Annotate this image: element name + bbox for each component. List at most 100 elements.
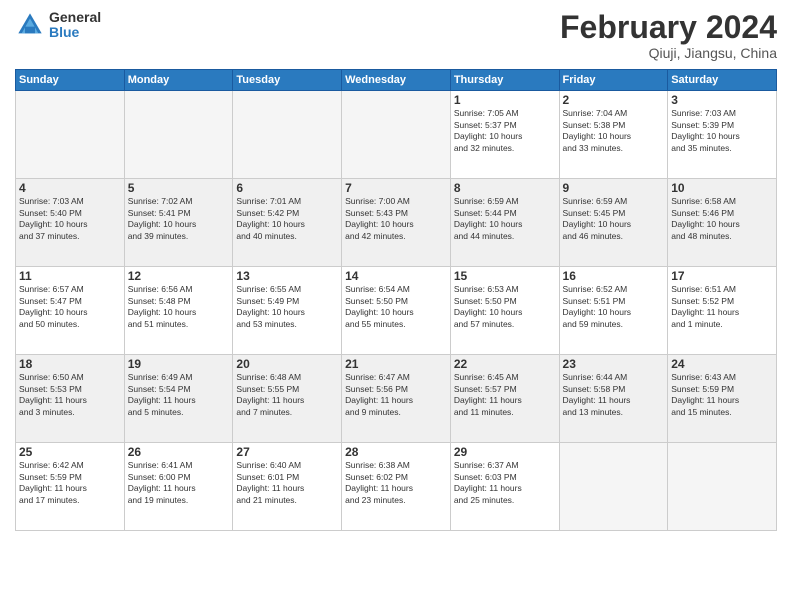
day-number: 29 (454, 445, 556, 459)
calendar-week-row: 4Sunrise: 7:03 AM Sunset: 5:40 PM Daylig… (16, 179, 777, 267)
calendar-header-wednesday: Wednesday (342, 70, 451, 91)
day-info: Sunrise: 7:05 AM Sunset: 5:37 PM Dayligh… (454, 108, 556, 154)
day-number: 18 (19, 357, 121, 371)
calendar-week-row: 1Sunrise: 7:05 AM Sunset: 5:37 PM Daylig… (16, 91, 777, 179)
day-number: 14 (345, 269, 447, 283)
calendar-header-friday: Friday (559, 70, 668, 91)
calendar-cell: 18Sunrise: 6:50 AM Sunset: 5:53 PM Dayli… (16, 355, 125, 443)
day-info: Sunrise: 6:41 AM Sunset: 6:00 PM Dayligh… (128, 460, 230, 506)
day-info: Sunrise: 6:45 AM Sunset: 5:57 PM Dayligh… (454, 372, 556, 418)
day-info: Sunrise: 6:47 AM Sunset: 5:56 PM Dayligh… (345, 372, 447, 418)
day-number: 15 (454, 269, 556, 283)
day-number: 5 (128, 181, 230, 195)
calendar-header-row: SundayMondayTuesdayWednesdayThursdayFrid… (16, 70, 777, 91)
calendar-cell: 6Sunrise: 7:01 AM Sunset: 5:42 PM Daylig… (233, 179, 342, 267)
day-info: Sunrise: 7:00 AM Sunset: 5:43 PM Dayligh… (345, 196, 447, 242)
day-number: 23 (563, 357, 665, 371)
day-number: 4 (19, 181, 121, 195)
day-info: Sunrise: 6:48 AM Sunset: 5:55 PM Dayligh… (236, 372, 338, 418)
calendar-cell: 28Sunrise: 6:38 AM Sunset: 6:02 PM Dayli… (342, 443, 451, 531)
calendar-week-row: 11Sunrise: 6:57 AM Sunset: 5:47 PM Dayli… (16, 267, 777, 355)
day-number: 9 (563, 181, 665, 195)
day-number: 22 (454, 357, 556, 371)
calendar-cell: 12Sunrise: 6:56 AM Sunset: 5:48 PM Dayli… (124, 267, 233, 355)
calendar-cell (668, 443, 777, 531)
day-number: 3 (671, 93, 773, 107)
calendar-cell: 9Sunrise: 6:59 AM Sunset: 5:45 PM Daylig… (559, 179, 668, 267)
calendar-header-sunday: Sunday (16, 70, 125, 91)
logo-text: General Blue (49, 10, 101, 41)
day-number: 11 (19, 269, 121, 283)
day-info: Sunrise: 6:58 AM Sunset: 5:46 PM Dayligh… (671, 196, 773, 242)
day-info: Sunrise: 6:54 AM Sunset: 5:50 PM Dayligh… (345, 284, 447, 330)
calendar-cell (342, 91, 451, 179)
calendar-cell (124, 91, 233, 179)
day-info: Sunrise: 6:40 AM Sunset: 6:01 PM Dayligh… (236, 460, 338, 506)
day-info: Sunrise: 6:42 AM Sunset: 5:59 PM Dayligh… (19, 460, 121, 506)
calendar-header-monday: Monday (124, 70, 233, 91)
calendar-cell: 3Sunrise: 7:03 AM Sunset: 5:39 PM Daylig… (668, 91, 777, 179)
calendar-cell: 23Sunrise: 6:44 AM Sunset: 5:58 PM Dayli… (559, 355, 668, 443)
day-number: 13 (236, 269, 338, 283)
calendar-cell (559, 443, 668, 531)
calendar-cell: 25Sunrise: 6:42 AM Sunset: 5:59 PM Dayli… (16, 443, 125, 531)
day-info: Sunrise: 6:51 AM Sunset: 5:52 PM Dayligh… (671, 284, 773, 330)
calendar-cell: 27Sunrise: 6:40 AM Sunset: 6:01 PM Dayli… (233, 443, 342, 531)
day-number: 20 (236, 357, 338, 371)
day-info: Sunrise: 6:43 AM Sunset: 5:59 PM Dayligh… (671, 372, 773, 418)
day-number: 28 (345, 445, 447, 459)
calendar: SundayMondayTuesdayWednesdayThursdayFrid… (15, 69, 777, 531)
day-number: 21 (345, 357, 447, 371)
header: General Blue February 2024 Qiuji, Jiangs… (15, 10, 777, 61)
day-number: 2 (563, 93, 665, 107)
calendar-cell: 5Sunrise: 7:02 AM Sunset: 5:41 PM Daylig… (124, 179, 233, 267)
day-number: 7 (345, 181, 447, 195)
day-number: 19 (128, 357, 230, 371)
calendar-cell: 19Sunrise: 6:49 AM Sunset: 5:54 PM Dayli… (124, 355, 233, 443)
day-info: Sunrise: 6:37 AM Sunset: 6:03 PM Dayligh… (454, 460, 556, 506)
day-info: Sunrise: 6:56 AM Sunset: 5:48 PM Dayligh… (128, 284, 230, 330)
calendar-cell: 24Sunrise: 6:43 AM Sunset: 5:59 PM Dayli… (668, 355, 777, 443)
calendar-cell: 26Sunrise: 6:41 AM Sunset: 6:00 PM Dayli… (124, 443, 233, 531)
day-info: Sunrise: 6:55 AM Sunset: 5:49 PM Dayligh… (236, 284, 338, 330)
calendar-cell: 14Sunrise: 6:54 AM Sunset: 5:50 PM Dayli… (342, 267, 451, 355)
calendar-cell: 11Sunrise: 6:57 AM Sunset: 5:47 PM Dayli… (16, 267, 125, 355)
calendar-header-saturday: Saturday (668, 70, 777, 91)
month-title: February 2024 (560, 10, 777, 45)
day-info: Sunrise: 6:38 AM Sunset: 6:02 PM Dayligh… (345, 460, 447, 506)
calendar-cell: 1Sunrise: 7:05 AM Sunset: 5:37 PM Daylig… (450, 91, 559, 179)
day-number: 16 (563, 269, 665, 283)
calendar-header-thursday: Thursday (450, 70, 559, 91)
calendar-header-tuesday: Tuesday (233, 70, 342, 91)
day-info: Sunrise: 7:01 AM Sunset: 5:42 PM Dayligh… (236, 196, 338, 242)
day-number: 25 (19, 445, 121, 459)
calendar-cell: 15Sunrise: 6:53 AM Sunset: 5:50 PM Dayli… (450, 267, 559, 355)
logo-blue-text: Blue (49, 25, 101, 40)
day-info: Sunrise: 6:50 AM Sunset: 5:53 PM Dayligh… (19, 372, 121, 418)
day-info: Sunrise: 7:02 AM Sunset: 5:41 PM Dayligh… (128, 196, 230, 242)
day-info: Sunrise: 6:59 AM Sunset: 5:45 PM Dayligh… (563, 196, 665, 242)
calendar-cell (16, 91, 125, 179)
day-number: 27 (236, 445, 338, 459)
calendar-cell: 17Sunrise: 6:51 AM Sunset: 5:52 PM Dayli… (668, 267, 777, 355)
calendar-cell: 7Sunrise: 7:00 AM Sunset: 5:43 PM Daylig… (342, 179, 451, 267)
day-number: 10 (671, 181, 773, 195)
day-number: 6 (236, 181, 338, 195)
day-info: Sunrise: 6:53 AM Sunset: 5:50 PM Dayligh… (454, 284, 556, 330)
calendar-cell: 22Sunrise: 6:45 AM Sunset: 5:57 PM Dayli… (450, 355, 559, 443)
calendar-cell: 2Sunrise: 7:04 AM Sunset: 5:38 PM Daylig… (559, 91, 668, 179)
location: Qiuji, Jiangsu, China (560, 45, 777, 61)
day-info: Sunrise: 7:03 AM Sunset: 5:39 PM Dayligh… (671, 108, 773, 154)
calendar-cell: 16Sunrise: 6:52 AM Sunset: 5:51 PM Dayli… (559, 267, 668, 355)
calendar-cell: 4Sunrise: 7:03 AM Sunset: 5:40 PM Daylig… (16, 179, 125, 267)
logo-icon (15, 10, 45, 40)
day-number: 8 (454, 181, 556, 195)
day-info: Sunrise: 6:52 AM Sunset: 5:51 PM Dayligh… (563, 284, 665, 330)
day-info: Sunrise: 6:44 AM Sunset: 5:58 PM Dayligh… (563, 372, 665, 418)
day-number: 12 (128, 269, 230, 283)
day-info: Sunrise: 6:59 AM Sunset: 5:44 PM Dayligh… (454, 196, 556, 242)
calendar-cell: 10Sunrise: 6:58 AM Sunset: 5:46 PM Dayli… (668, 179, 777, 267)
logo-general-text: General (49, 10, 101, 25)
calendar-cell: 29Sunrise: 6:37 AM Sunset: 6:03 PM Dayli… (450, 443, 559, 531)
day-info: Sunrise: 7:03 AM Sunset: 5:40 PM Dayligh… (19, 196, 121, 242)
